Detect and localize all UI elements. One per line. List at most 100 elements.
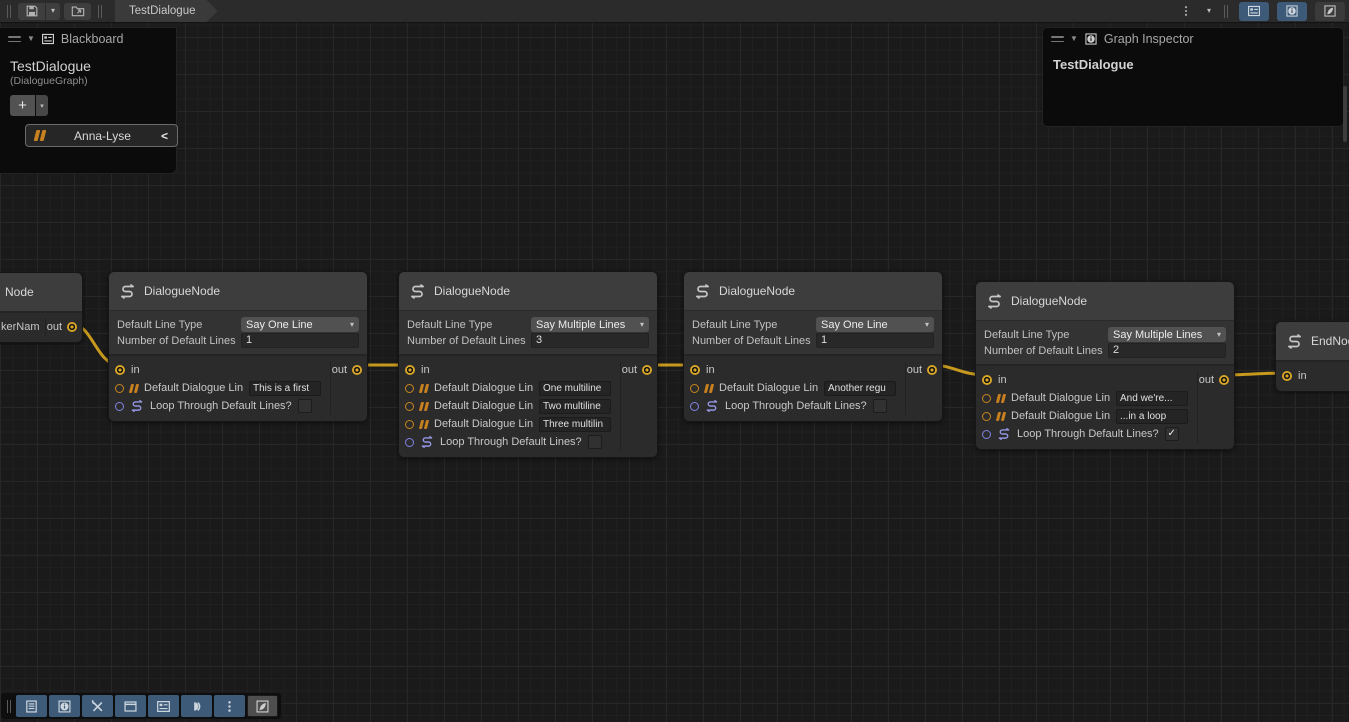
- options-button[interactable]: [1175, 3, 1197, 20]
- toggle-notes-button[interactable]: [1315, 2, 1345, 21]
- property-port[interactable]: [405, 420, 414, 429]
- graph-inspector-header[interactable]: ▼ Graph Inspector: [1043, 28, 1343, 50]
- variable-pill[interactable]: Anna-Lyse <: [25, 124, 178, 147]
- property-port[interactable]: [690, 402, 699, 411]
- line-type-dropdown[interactable]: Say One Line▾: [816, 317, 934, 332]
- line-type-dropdown[interactable]: Say Multiple Lines▾: [1108, 327, 1226, 342]
- node-dialogue-1[interactable]: DialogueNode Default Line Type Say One Lin…: [108, 271, 368, 422]
- save-button[interactable]: [18, 3, 45, 20]
- save-dropdown-button[interactable]: ▾: [46, 3, 60, 20]
- blackboard-button[interactable]: [148, 695, 179, 717]
- dialogue-line-input[interactable]: Two multiline: [539, 399, 611, 414]
- input-port[interactable]: [405, 365, 415, 375]
- property-port[interactable]: [982, 430, 991, 439]
- node-header[interactable]: DialogueNode: [684, 272, 942, 310]
- blackboard-header[interactable]: ▼ Blackboard: [0, 28, 176, 50]
- number-input[interactable]: 2: [1108, 343, 1226, 358]
- node-header[interactable]: DialogueNode: [976, 282, 1234, 320]
- dialogue-line-input[interactable]: ...in a loop: [1116, 409, 1188, 424]
- loop-checkbox[interactable]: [298, 399, 312, 413]
- scrollbar[interactable]: [1343, 86, 1347, 142]
- property-port[interactable]: [982, 394, 991, 403]
- property-port-row: Default Dialogue Line 1And we're...: [976, 389, 1197, 407]
- port-label: in: [131, 364, 140, 376]
- collapse-arrow-icon[interactable]: ▼: [27, 35, 35, 43]
- input-port[interactable]: [690, 365, 700, 375]
- graph-canvas[interactable]: NodekerNameoutDialogueNodeDefault Line T…: [0, 0, 1349, 722]
- window-button[interactable]: [115, 695, 146, 717]
- console-button[interactable]: [16, 695, 47, 717]
- input-ports: inDefault Dialogue LineAnother reguLoop …: [684, 361, 905, 415]
- input-port[interactable]: [115, 365, 125, 375]
- inspector-button[interactable]: [49, 695, 80, 717]
- drag-handle-icon[interactable]: [1051, 36, 1064, 42]
- transition-button[interactable]: [181, 695, 212, 717]
- toggle-blackboard-button[interactable]: [1239, 2, 1269, 21]
- input-port[interactable]: [1282, 371, 1292, 381]
- output-port[interactable]: [352, 365, 362, 375]
- line-type-dropdown[interactable]: Say Multiple Lines▾: [531, 317, 649, 332]
- output-port[interactable]: [927, 365, 937, 375]
- node-header[interactable]: EndNode: [1276, 322, 1349, 360]
- toolbar-drag-handle-icon[interactable]: [7, 699, 11, 713]
- port-label: Loop Through Default Lines?: [440, 436, 582, 448]
- property-port[interactable]: [405, 402, 414, 411]
- notes-button[interactable]: [247, 695, 278, 717]
- add-variable-dropdown-button[interactable]: ▾: [36, 95, 48, 116]
- output-port[interactable]: [1219, 375, 1229, 385]
- property-port[interactable]: [115, 402, 124, 411]
- input-port[interactable]: [982, 375, 992, 385]
- quote-icon: [997, 394, 1005, 403]
- output-port[interactable]: [67, 322, 77, 332]
- property-port[interactable]: [982, 412, 991, 421]
- port-label: Loop Through Default Lines?: [150, 400, 292, 412]
- input-ports: inDefault Dialogue Line 1And we're...Def…: [976, 371, 1197, 443]
- add-variable-button[interactable]: +: [10, 95, 35, 116]
- property-port[interactable]: [405, 384, 414, 393]
- number-input[interactable]: 1: [241, 333, 359, 348]
- number-input[interactable]: 3: [531, 333, 649, 348]
- input-ports: inDefault Dialogue Line 1One multilineDe…: [399, 361, 620, 451]
- toggle-inspector-button[interactable]: [1277, 2, 1307, 21]
- node-dialogue-3[interactable]: DialogueNodeDefault Line TypeSay One Lin…: [683, 271, 943, 422]
- node-speaker-stub[interactable]: NodekerNameout: [0, 272, 83, 343]
- line-type-dropdown[interactable]: Say One Line▾: [241, 317, 359, 332]
- loop-checkbox[interactable]: [588, 435, 602, 449]
- options-dropdown-button[interactable]: ▾: [1201, 3, 1217, 20]
- dialogue-line-input[interactable]: Another regu: [824, 381, 896, 396]
- property-port[interactable]: [405, 438, 414, 447]
- open-asset-button[interactable]: [64, 3, 91, 20]
- number-input[interactable]: 1: [816, 333, 934, 348]
- property-port[interactable]: [690, 384, 699, 393]
- breadcrumb-tab[interactable]: TestDialogue: [115, 0, 217, 22]
- dialogue-line-input[interactable]: Three multilin: [539, 417, 611, 432]
- node-header[interactable]: DialogueNode: [399, 272, 657, 310]
- dialogue-node-icon: [1286, 333, 1303, 350]
- node-dialogue-4[interactable]: DialogueNodeDefault Line TypeSay Multipl…: [975, 281, 1235, 450]
- toolbar-drag-handle-icon[interactable]: [7, 4, 11, 18]
- node-header[interactable]: Node: [0, 273, 82, 311]
- property-port[interactable]: [115, 384, 124, 393]
- kebab-icon: [1179, 4, 1193, 18]
- loop-checkbox[interactable]: [873, 399, 887, 413]
- dropdown-value: Say One Line: [246, 319, 350, 331]
- more-button[interactable]: [214, 695, 245, 717]
- param-label: Default Line Type: [117, 319, 237, 331]
- blackboard-icon: [41, 32, 55, 46]
- node-end[interactable]: EndNodein: [1275, 321, 1349, 392]
- chevron-down-icon: ▾: [350, 320, 354, 329]
- dialogue-line-input[interactable]: One multiline: [539, 381, 611, 396]
- drag-handle-icon[interactable]: [8, 36, 21, 42]
- node-dialogue-2[interactable]: DialogueNodeDefault Line TypeSay Multipl…: [398, 271, 658, 458]
- output-port[interactable]: [642, 365, 652, 375]
- collapse-chevron-icon[interactable]: <: [161, 129, 168, 143]
- node-ports: inDefault Dialogue Line 1One multilineDe…: [399, 354, 657, 457]
- node-header[interactable]: DialogueNode: [109, 272, 367, 310]
- loop-checkbox[interactable]: ✓: [1165, 427, 1179, 441]
- tools-button[interactable]: [82, 695, 113, 717]
- dialogue-line-input[interactable]: And we're...: [1116, 391, 1188, 406]
- node-title: DialogueNode: [1011, 294, 1087, 308]
- dialogue-line-input[interactable]: This is a first: [249, 381, 321, 396]
- output-port-row: out: [621, 361, 657, 379]
- collapse-arrow-icon[interactable]: ▼: [1070, 35, 1078, 43]
